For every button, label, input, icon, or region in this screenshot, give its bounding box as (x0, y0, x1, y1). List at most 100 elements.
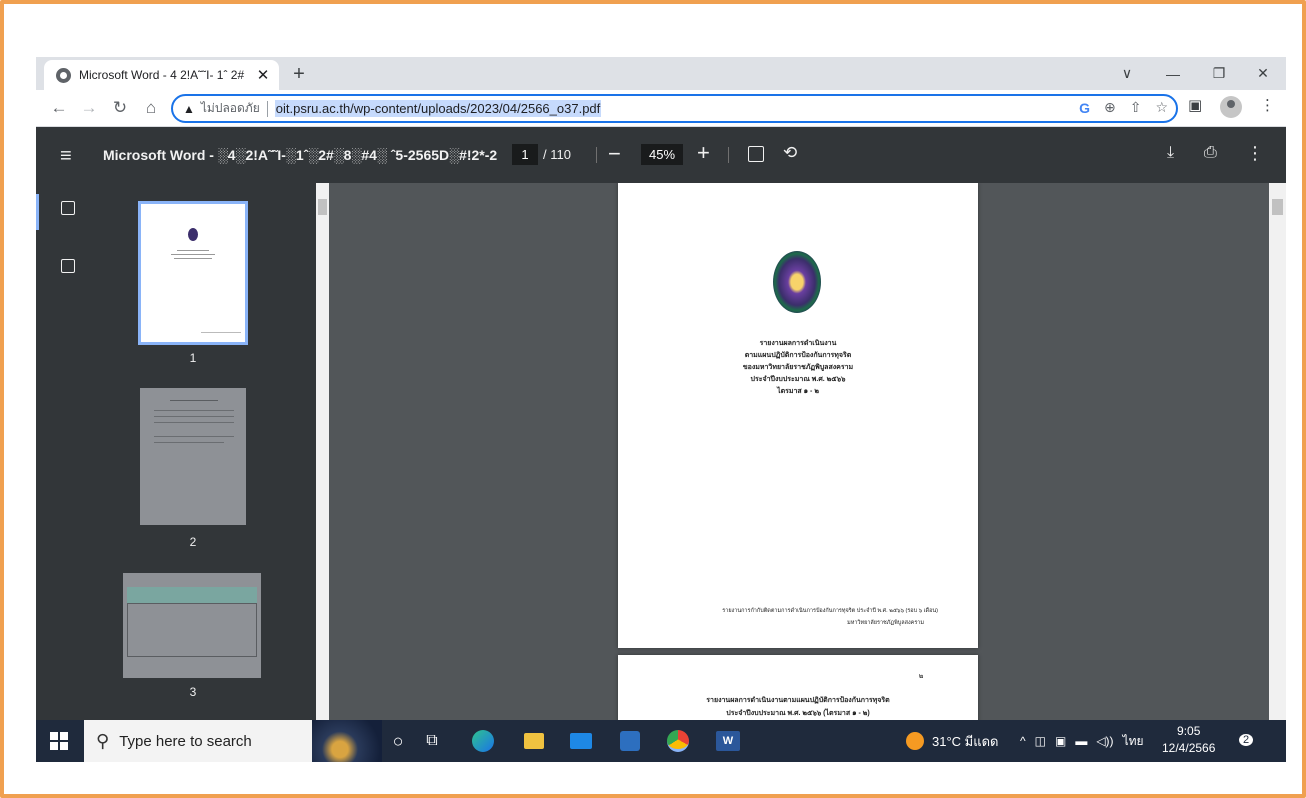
document-scrollbar[interactable] (1269, 183, 1286, 720)
thumbnail-page-2[interactable] (140, 388, 246, 525)
rotate-icon[interactable]: ⟲ (783, 143, 797, 163)
thumb-line (154, 416, 234, 417)
toolbar-divider (728, 147, 729, 163)
store-icon[interactable] (620, 731, 640, 751)
page-heading-line: ประจำปีงบประมาณ พ.ศ. ๒๕๖๖ (ไตรมาส ๑ - ๒) (726, 710, 870, 717)
zoom-in-button[interactable]: + (697, 140, 710, 166)
cover-title-line: ไตรมาส ๑ - ๒ (777, 388, 819, 395)
new-tab-button[interactable]: + (288, 63, 310, 85)
thumb-line (177, 250, 209, 251)
bookmark-star-icon[interactable]: ☆ (1155, 99, 1168, 116)
home-button[interactable]: ⌂ (140, 97, 162, 119)
hamburger-menu-icon[interactable]: ≡ (60, 145, 72, 168)
avatar (1220, 96, 1242, 118)
windows-taskbar: ⚲ Type here to search ○ ⧉ W 31°C มีแดด ^… (36, 720, 1286, 762)
thumb-table-header (127, 587, 257, 603)
taskbar-search-input[interactable]: ⚲ Type here to search (84, 720, 382, 762)
pdf-document-title: Microsoft Word - ░4░2!A˜˜I-░1ˆ░2#░8░#4░ … (103, 147, 498, 163)
not-secure-label[interactable]: ไม่ปลอดภัย (201, 99, 260, 118)
omnibox-actions: G ⊕ ⇧ ☆ (1079, 99, 1168, 116)
edge-icon[interactable] (472, 730, 494, 752)
address-separator (266, 100, 268, 117)
fit-to-page-icon[interactable] (748, 146, 764, 162)
toolbar-divider (596, 147, 597, 163)
thumbnail-scrollbar[interactable] (316, 183, 329, 720)
pdf-canvas[interactable]: รายงานผลการดำเนินงาน ตามแผนปฏิบัติการป้อ… (329, 183, 1269, 720)
system-tray: ^ ◫ ▣ ▬ ◁)) ไทย (1020, 720, 1144, 762)
cover-title-line: ของมหาวิทยาลัยราชภัฏพิบูลสงคราม (742, 364, 854, 371)
restore-button[interactable]: ❐ (1196, 57, 1242, 90)
download-icon[interactable]: ⤓ (1167, 144, 1174, 162)
screen-icon[interactable]: ▣ (1055, 734, 1066, 748)
cover-footer: รายงานการกำกับติดตามการดำเนินการป้องกันก… (722, 608, 938, 614)
warning-icon[interactable]: ▲ (183, 102, 195, 116)
thumbnail-pane: 1 2 3 (101, 183, 331, 720)
thumb-line (201, 332, 241, 333)
page-number: ๒ (918, 673, 924, 680)
network-icon[interactable]: ▬ (1075, 734, 1087, 748)
profile-button[interactable] (1220, 96, 1242, 118)
tab-close-icon[interactable]: ✕ (255, 66, 271, 84)
zoom-icon[interactable]: ⊕ (1104, 99, 1116, 116)
word-icon[interactable]: W (716, 731, 740, 751)
zoom-out-button[interactable]: − (608, 141, 621, 167)
browser-menu-icon[interactable]: ⋮ (1260, 96, 1275, 114)
task-view-icon[interactable]: ⧉ (420, 729, 444, 753)
address-bar[interactable]: ▲ ไม่ปลอดภัย oit.psru.ac.th/wp-content/u… (171, 94, 1178, 123)
weather-widget[interactable]: 31°C มีแดด (906, 720, 999, 762)
chevron-up-icon[interactable]: ^ (1020, 734, 1026, 748)
chrome-icon[interactable] (667, 730, 689, 752)
meet-now-icon[interactable]: ◫ (1035, 734, 1046, 748)
scrollbar-thumb[interactable] (1272, 199, 1283, 215)
thumb-line (170, 400, 218, 401)
thumb-line (154, 410, 234, 411)
url-text[interactable]: oit.psru.ac.th/wp-content/uploads/2023/0… (274, 100, 602, 117)
thumbnail-page-3[interactable] (123, 573, 261, 678)
taskbar-clock[interactable]: 9:05 12/4/2566 (1162, 723, 1215, 757)
volume-icon[interactable]: ◁)) (1096, 734, 1113, 748)
thumbnail-page-1[interactable] (138, 201, 248, 345)
thumbnails-view-icon[interactable] (61, 201, 75, 215)
pdf-toolbar: ≡ Microsoft Word - ░4░2!A˜˜I-░1ˆ░2#░8░#4… (36, 127, 1286, 183)
tab-search-chevron-down-icon[interactable]: ∨ (1104, 57, 1150, 90)
file-explorer-icon[interactable] (524, 733, 544, 749)
pdf-sidebar-tabs (36, 183, 101, 720)
page-number-input[interactable]: 1 (512, 144, 538, 165)
mail-icon[interactable] (570, 733, 592, 749)
close-window-button[interactable]: ✕ (1240, 57, 1286, 90)
share-icon[interactable]: ⇧ (1130, 99, 1142, 116)
page-total: / 110 (543, 147, 571, 162)
minimize-button[interactable]: — (1150, 57, 1196, 90)
cover-footer: มหาวิทยาลัยราชภัฏพิบูลสงคราม (847, 620, 924, 626)
search-placeholder: Type here to search (119, 732, 252, 750)
pdf-more-icon[interactable]: ⋮ (1246, 143, 1264, 164)
forward-button[interactable]: → (78, 97, 100, 119)
google-lens-icon[interactable]: G (1079, 100, 1090, 116)
weather-text: 31°C มีแดด (932, 733, 999, 749)
zoom-level-input[interactable]: 45% (641, 144, 683, 165)
windows-start-icon[interactable] (50, 732, 68, 750)
outline-view-icon[interactable] (61, 259, 75, 273)
thumb-line (154, 422, 234, 423)
thumb-line (171, 254, 215, 255)
pdf-page-2: ๒ รายงานผลการดำเนินงานตามแผนปฏิบัติการป้… (618, 655, 978, 720)
cover-title-line: ประจำปีงบประมาณ พ.ศ. ๒๕๖๖ (750, 376, 846, 383)
thumb-line (174, 258, 212, 259)
reload-button[interactable]: ↻ (109, 97, 131, 119)
print-icon[interactable]: ⎙ (1204, 144, 1217, 162)
scrollbar-thumb[interactable] (318, 199, 327, 215)
notification-center-icon[interactable]: 2 (1239, 730, 1254, 747)
browser-tab[interactable]: Microsoft Word - 4 2!A˜˜I- 1ˆ 2# ✕ (44, 60, 279, 90)
clock-time: 9:05 (1177, 724, 1201, 738)
browser-toolbar: ← → ↻ ⌂ ▲ ไม่ปลอดภัย oit.psru.ac.th/wp-c… (36, 90, 1286, 127)
sun-icon (906, 732, 924, 750)
thumbnail-label: 3 (189, 685, 197, 699)
cover-title-line: รายงานผลการดำเนินงาน (759, 340, 837, 347)
tab-title: Microsoft Word - 4 2!A˜˜I- 1ˆ 2# (79, 68, 245, 82)
input-language[interactable]: ไทย (1123, 732, 1144, 751)
cortana-icon[interactable]: ○ (386, 729, 410, 753)
side-panel-icon[interactable]: ▣ (1188, 96, 1202, 114)
thumbnail-label: 2 (189, 535, 197, 549)
globe-icon (56, 67, 71, 83)
back-button[interactable]: ← (48, 97, 70, 119)
